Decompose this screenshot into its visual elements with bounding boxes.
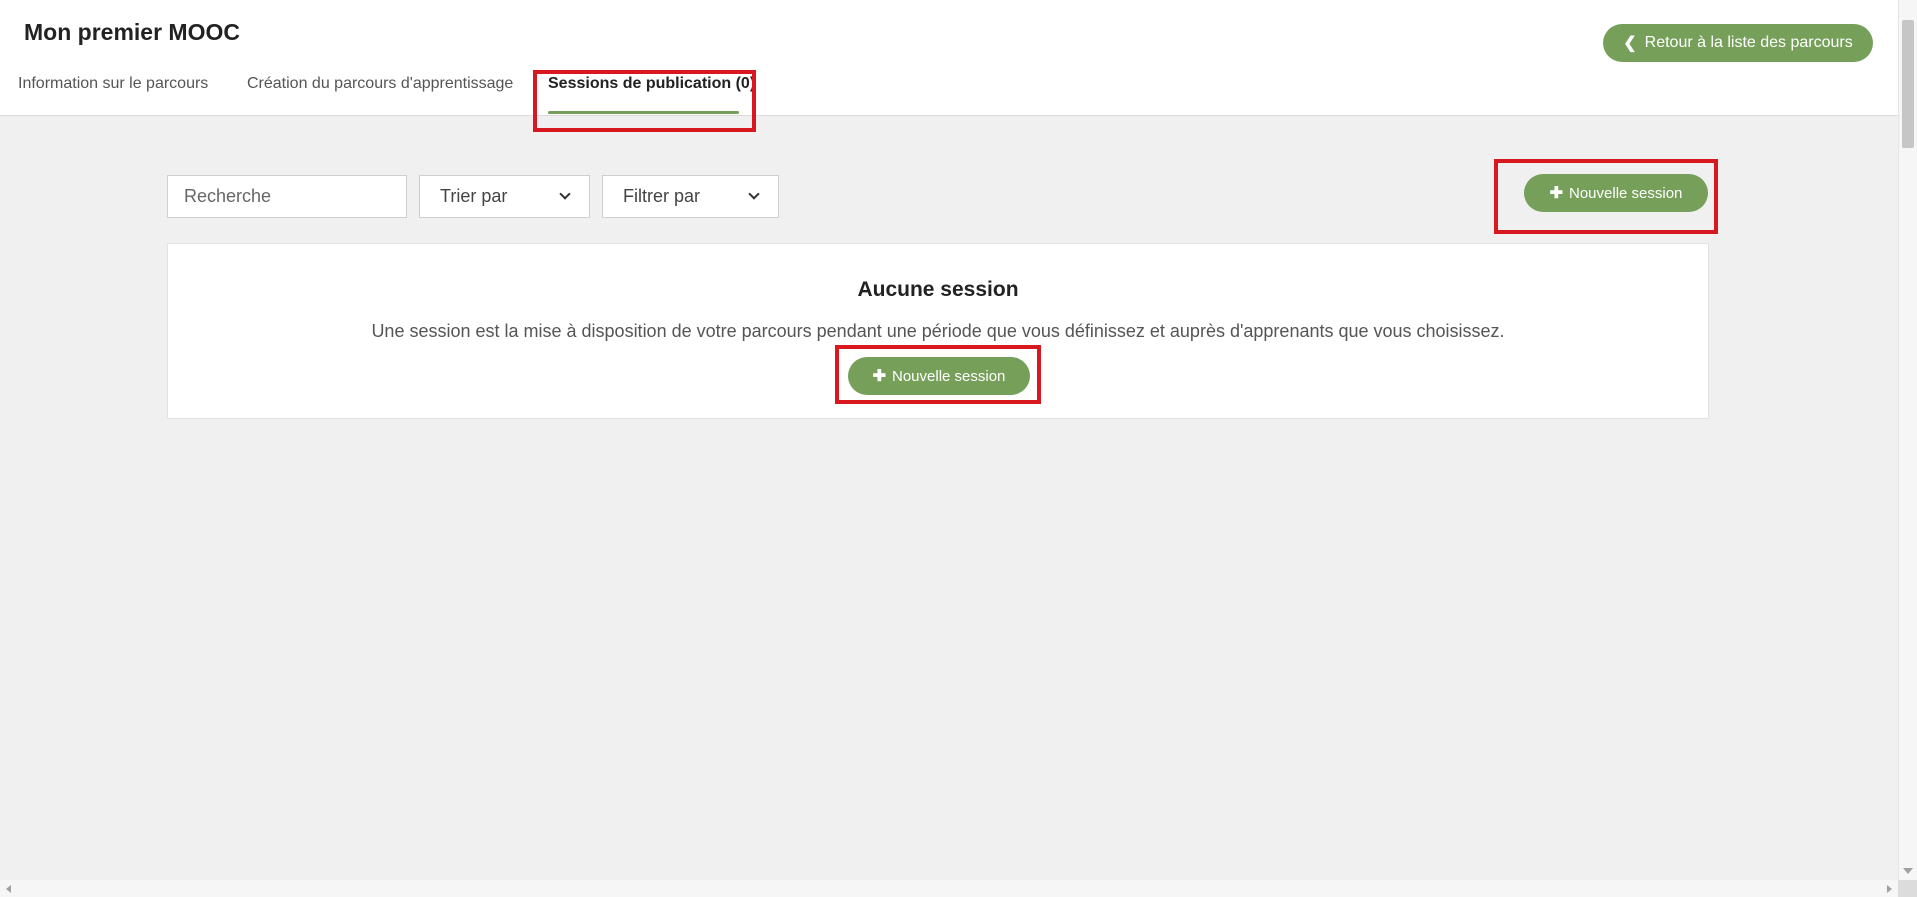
- empty-state-description: Une session est la mise à disposition de…: [371, 321, 1505, 341]
- tab-information[interactable]: Information sur le parcours: [18, 75, 208, 93]
- tab-creation[interactable]: Création du parcours d'apprentissage: [247, 75, 513, 93]
- new-session-label: Nouvelle session: [1569, 184, 1683, 202]
- chevron-down-icon: [559, 188, 571, 200]
- active-tab-indicator: [548, 111, 739, 114]
- page-title: Mon premier MOOC: [24, 19, 240, 45]
- sort-select[interactable]: Trier par: [419, 175, 590, 218]
- page: Mon premier MOOC Information sur le parc…: [0, 0, 1917, 897]
- vertical-scrollbar[interactable]: [1898, 0, 1917, 880]
- course-header: Mon premier MOOC Information sur le parc…: [0, 0, 1898, 116]
- scrollbar-corner: [1898, 880, 1917, 897]
- scroll-left-arrow-icon[interactable]: [6, 885, 11, 893]
- search-input[interactable]: [167, 175, 407, 218]
- scrollbar-thumb[interactable]: [1902, 20, 1914, 148]
- plus-icon: ✚: [872, 368, 886, 385]
- empty-sessions-card: Aucune session Une session est la mise à…: [167, 243, 1709, 419]
- back-button-label: Retour à la liste des parcours: [1644, 34, 1853, 51]
- plus-icon: ✚: [1549, 185, 1563, 202]
- chevron-down-icon: [748, 188, 760, 200]
- new-session-button-toolbar[interactable]: ✚ Nouvelle session: [1524, 174, 1708, 212]
- scroll-down-arrow-icon[interactable]: [1903, 868, 1913, 874]
- filter-select-label: Filtrer par: [623, 186, 701, 206]
- chevron-left-icon: ❮: [1623, 35, 1637, 52]
- back-to-list-button[interactable]: ❮ Retour à la liste des parcours: [1603, 24, 1873, 62]
- horizontal-scrollbar[interactable]: [0, 880, 1898, 897]
- scroll-right-arrow-icon[interactable]: [1887, 885, 1892, 893]
- new-session-button-empty-state[interactable]: ✚ Nouvelle session: [848, 357, 1030, 395]
- tab-sessions[interactable]: Sessions de publication (0): [548, 75, 755, 93]
- empty-state-title: Aucune session: [857, 278, 1019, 301]
- new-session-label: Nouvelle session: [892, 367, 1006, 385]
- sort-select-label: Trier par: [440, 186, 508, 206]
- filter-select[interactable]: Filtrer par: [602, 175, 779, 218]
